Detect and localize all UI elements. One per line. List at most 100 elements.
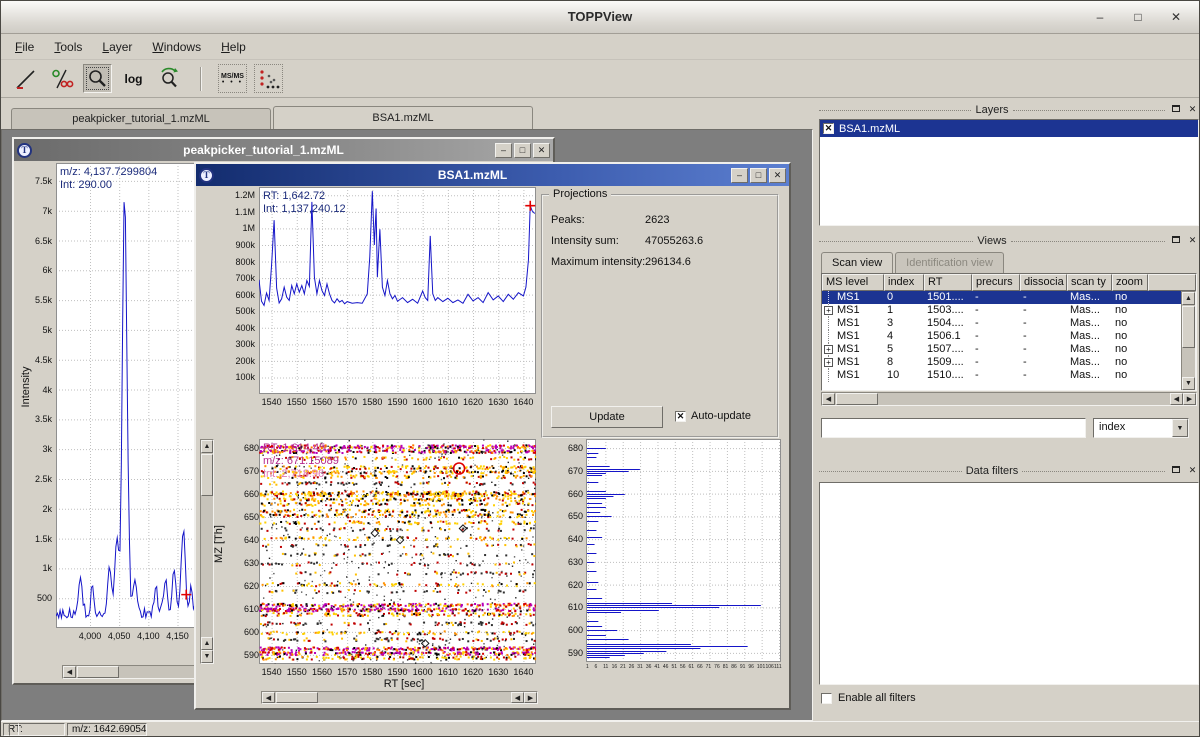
minimize-button[interactable]: –: [731, 168, 748, 183]
scroll-thumb[interactable]: [77, 666, 119, 678]
float-panel-button[interactable]: [1169, 104, 1182, 116]
scan-filter-input[interactable]: [821, 418, 1086, 438]
menu-tools[interactable]: Tools: [44, 36, 92, 58]
menu-help[interactable]: Help: [211, 36, 256, 58]
maximize-button[interactable]: □: [750, 168, 767, 183]
scroll-left-button[interactable]: ◀: [262, 692, 275, 703]
close-button[interactable]: ✕: [1165, 7, 1187, 27]
scan-row[interactable]: +MS181509....--Mas...no: [822, 356, 1196, 369]
peakpicker-titlebar[interactable]: T peakpicker_tutorial_1.mzML – □ ✕: [14, 139, 553, 161]
chromatogram-readout: RT: 1,642.72 Int: 1,137,240.12: [263, 190, 346, 216]
scroll-track[interactable]: [275, 692, 511, 703]
child-window-bsa1[interactable]: T BSA1.mzML – □ ✕ RT: 1,642.72 Int: 1,13…: [194, 162, 791, 710]
msms-view-button[interactable]: MS/MS • • •: [218, 64, 247, 93]
scan-row[interactable]: MS1101510....--Mas...no: [822, 369, 1196, 382]
scroll-down-button[interactable]: ▼: [1182, 377, 1195, 390]
scroll-right-button[interactable]: ▶: [524, 692, 537, 703]
scroll-up-button[interactable]: ▲: [1182, 292, 1195, 305]
show-2d-button[interactable]: [47, 64, 76, 93]
close-panel-button[interactable]: ✕: [1186, 235, 1199, 247]
enable-all-filters-checkbox[interactable]: [821, 693, 832, 704]
reset-zoom-icon: [158, 67, 182, 91]
scroll-down-button[interactable]: ▼: [201, 650, 213, 663]
expand-icon[interactable]: +: [824, 306, 833, 315]
scroll-track[interactable]: [1182, 305, 1195, 377]
scroll-right-button[interactable]: ▶: [1183, 393, 1196, 405]
tab-identification-view[interactable]: Identification view: [895, 252, 1004, 273]
tick-label: 680: [557, 443, 583, 453]
show-1d-button[interactable]: [11, 64, 40, 93]
scroll-track[interactable]: [201, 453, 213, 637]
expand-icon[interactable]: +: [824, 345, 833, 354]
scan-sort-combo[interactable]: index ▼: [1093, 418, 1189, 438]
maximize-button[interactable]: □: [1127, 7, 1149, 27]
tick-label: 1630: [484, 397, 512, 407]
scroll-up-button[interactable]: ▲: [201, 440, 213, 453]
scroll-thumb[interactable]: [836, 393, 878, 405]
scan-row[interactable]: MS141506.1--Mas...no: [822, 330, 1196, 343]
cell-index: 8: [884, 356, 924, 369]
scroll-left-button[interactable]: ◀: [822, 393, 835, 405]
scroll-left-button[interactable]: ◀: [511, 692, 524, 703]
scan-table-hscrollbar[interactable]: ◀◀▶: [821, 392, 1197, 406]
scan-table-vscrollbar[interactable]: ▲▼: [1181, 291, 1196, 391]
menu-file[interactable]: File: [5, 36, 44, 58]
zoom-mode-button[interactable]: [83, 64, 112, 93]
close-panel-button[interactable]: ✕: [1186, 465, 1199, 477]
scroll-left-button[interactable]: ◀: [1170, 393, 1183, 405]
column-header-rt[interactable]: RT: [924, 274, 972, 291]
scan-row[interactable]: MS131504....--Mas...no: [822, 317, 1196, 330]
projections-tool-button[interactable]: [254, 64, 283, 93]
scroll-left-button[interactable]: ◀: [63, 666, 76, 678]
scan-row[interactable]: +MS151507....--Mas...no: [822, 343, 1196, 356]
tab-1[interactable]: BSA1.mzML: [273, 106, 533, 129]
dropdown-arrow-icon[interactable]: ▼: [1172, 419, 1188, 437]
tick-label: 4,150: [166, 631, 190, 641]
heatmap-hscrollbar[interactable]: ◀◀▶: [261, 691, 538, 704]
log-intensity-button[interactable]: log: [119, 64, 148, 93]
minimize-button[interactable]: –: [1089, 7, 1111, 27]
scan-row[interactable]: +MS111503....--Mas...no: [822, 304, 1196, 317]
auto-update-checkbox[interactable]: ✕: [675, 411, 686, 422]
scroll-track[interactable]: [835, 393, 1170, 405]
column-header-scan-ty[interactable]: scan ty: [1067, 274, 1112, 291]
data-filters-list[interactable]: [819, 482, 1199, 685]
column-header-zoom[interactable]: zoom: [1112, 274, 1148, 291]
scroll-thumb[interactable]: [276, 692, 318, 703]
cell-index: 0: [884, 291, 924, 304]
layer-visibility-checkbox[interactable]: ✕: [823, 123, 834, 134]
column-header-dissocia[interactable]: dissocia: [1020, 274, 1067, 291]
column-header-precurs[interactable]: precurs: [972, 274, 1020, 291]
expand-icon[interactable]: +: [824, 358, 833, 367]
scan-row[interactable]: MS101501....--Mas...no: [822, 291, 1196, 304]
layers-list[interactable]: ✕BSA1.mzML: [819, 119, 1199, 226]
column-header-ms-level[interactable]: MS level: [822, 274, 884, 291]
layer-item[interactable]: ✕BSA1.mzML: [820, 120, 1198, 137]
float-icon: [1172, 105, 1180, 112]
scroll-thumb[interactable]: [1182, 306, 1195, 348]
menu-layer[interactable]: Layer: [92, 36, 142, 58]
cell-ms-level: +MS1: [822, 343, 884, 356]
cell-rt: 1509....: [924, 356, 972, 369]
scroll-thumb[interactable]: [201, 454, 213, 496]
chromatogram-plot[interactable]: [259, 187, 536, 394]
mz-projection-plot[interactable]: [586, 439, 781, 662]
bsa1-titlebar[interactable]: T BSA1.mzML – □ ✕: [196, 164, 789, 186]
tab-scan-view[interactable]: Scan view: [821, 252, 893, 273]
column-header-index[interactable]: index: [884, 274, 924, 291]
update-button[interactable]: Update: [551, 406, 663, 428]
reset-zoom-button[interactable]: [155, 64, 184, 93]
float-panel-button[interactable]: [1169, 235, 1182, 247]
minimize-button[interactable]: –: [495, 143, 512, 158]
heatmap-vscrollbar[interactable]: ▲▲▼: [200, 439, 214, 664]
scroll-up-button[interactable]: ▲: [201, 637, 213, 650]
tick-label: 21: [620, 664, 626, 670]
close-button[interactable]: ✕: [769, 168, 786, 183]
cell-index: 3: [884, 317, 924, 330]
close-button[interactable]: ✕: [533, 143, 550, 158]
menu-windows[interactable]: Windows: [142, 36, 211, 58]
tab-0[interactable]: peakpicker_tutorial_1.mzML: [11, 108, 271, 129]
close-panel-button[interactable]: ✕: [1186, 104, 1199, 116]
float-panel-button[interactable]: [1169, 465, 1182, 477]
maximize-button[interactable]: □: [514, 143, 531, 158]
